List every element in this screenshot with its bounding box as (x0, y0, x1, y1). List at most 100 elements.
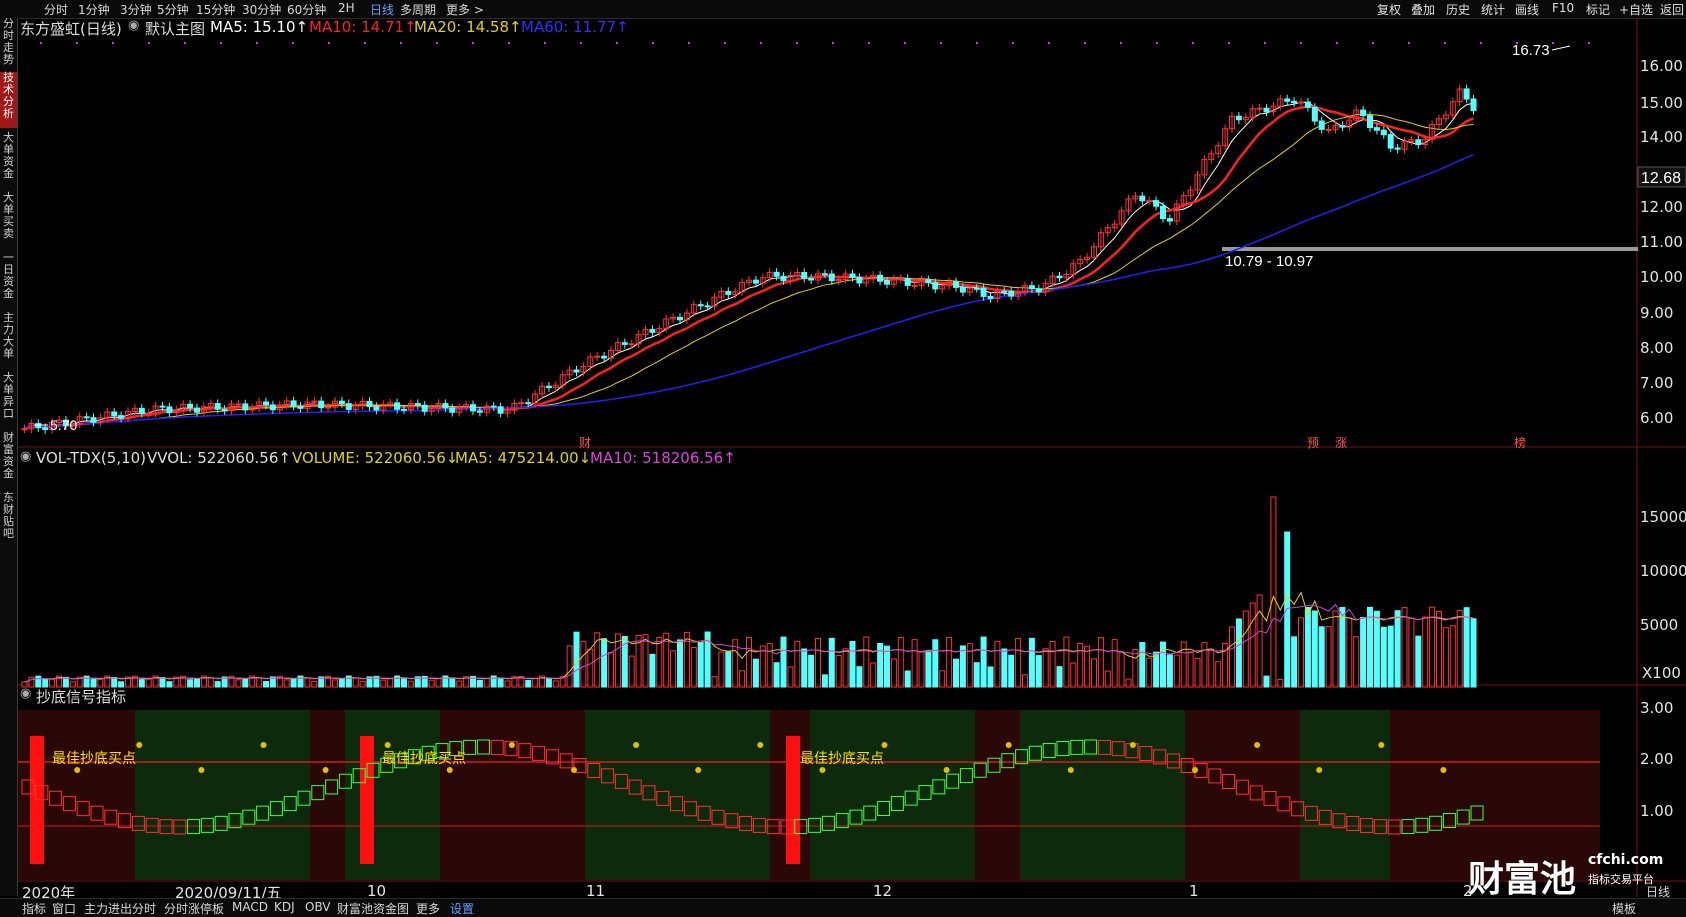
volume-bar (1249, 602, 1256, 688)
candle-body (42, 427, 49, 431)
top-dot (1156, 42, 1158, 44)
candle-body (476, 410, 483, 413)
event-marker-cai: 财 (579, 436, 591, 450)
volume-bar (1256, 594, 1263, 688)
candle-body (470, 404, 476, 412)
candle-body (1415, 139, 1422, 146)
volume-bar (552, 680, 559, 688)
buy-signal-bar (360, 736, 374, 864)
volume-bar (1008, 654, 1015, 688)
candle-body (1008, 290, 1015, 297)
top-dot (184, 42, 186, 44)
volume-bar (1401, 607, 1408, 688)
candle-body (21, 428, 28, 431)
volume-bar (752, 658, 759, 688)
bottom-tab-settings[interactable]: 设置 (450, 900, 474, 917)
signal-dot (1005, 742, 1012, 748)
candle-body (953, 281, 959, 288)
bottom-tab-kdj[interactable]: KDJ (274, 900, 295, 914)
bottom-tab-window[interactable]: 窗口 (52, 900, 76, 917)
volume-bar (1132, 648, 1139, 688)
watermark-slogan: 指标交易平台 (1588, 873, 1654, 886)
volume-indicator-name[interactable]: VOL-TDX(5,10) (36, 449, 146, 467)
bottom-template[interactable]: 模板 (1612, 900, 1636, 917)
volume-bar (608, 652, 614, 688)
volume-bar (828, 637, 835, 688)
bottom-tab-macd[interactable]: MACD (232, 900, 268, 914)
bottom-tab-obv[interactable]: OBV (305, 900, 331, 914)
y-tick-6: 6.00 (1640, 409, 1674, 427)
signal-dot (1067, 767, 1074, 773)
top-dot (1120, 42, 1122, 44)
candle-body (311, 400, 318, 403)
bottom-tab-limit-up[interactable]: 分时涨停板 (164, 900, 224, 917)
signal-dot (446, 767, 453, 773)
volume-bar (1360, 616, 1367, 688)
volume-bar (897, 637, 904, 688)
candle-body (884, 280, 890, 285)
ma20-value: MA20: 14.58↑ (414, 18, 522, 36)
candle-body (932, 282, 939, 290)
volume-bar (1373, 610, 1380, 688)
buy-point-label-3: 最佳抄底买点 (800, 751, 884, 767)
candle-body (987, 295, 994, 300)
volume-bar (1429, 606, 1436, 688)
bottom-tab-wealth-funds-chart[interactable]: 财富池资金图 (337, 900, 409, 917)
top-dot (976, 42, 978, 44)
volume-bar (1311, 610, 1318, 688)
volume-bar (304, 677, 311, 688)
top-dot (436, 42, 438, 44)
volume-bar (1353, 636, 1360, 688)
top-dot (400, 42, 402, 44)
volume-bar (870, 662, 877, 688)
volume-bar (601, 638, 608, 688)
candle-body (118, 415, 125, 419)
signal-dot (695, 767, 702, 773)
sig-tick-2: 2.00 (1640, 750, 1674, 768)
volume-bar (290, 678, 297, 688)
candle-body (345, 403, 352, 410)
candle-body (325, 406, 332, 409)
candle-body (421, 404, 428, 412)
volume-bar (1339, 606, 1346, 688)
bottom-tab-more[interactable]: 更多 (416, 900, 440, 917)
candle-body (628, 343, 635, 346)
volume-bars (21, 496, 1477, 688)
candle-body (111, 411, 118, 417)
dropdown-icon[interactable]: ◉ (128, 18, 139, 33)
signal-dot (943, 767, 950, 773)
candle-body (518, 402, 525, 405)
top-dot (1048, 42, 1050, 44)
event-marker-yu: 预 (1307, 436, 1319, 450)
signal-indicator-name[interactable]: 抄底信号指标 (36, 686, 126, 707)
sig-tick-3: 3.00 (1640, 699, 1674, 717)
signal-dropdown-icon[interactable]: ◉ (20, 686, 31, 701)
candle-body (242, 403, 249, 411)
candle-body (1373, 127, 1380, 131)
volume-bar (1035, 655, 1042, 688)
candle-body (1166, 218, 1173, 222)
candle-body (1463, 88, 1470, 100)
bottom-tab-main-flow[interactable]: 主力进出分时 (84, 900, 156, 917)
signal-dot (757, 742, 764, 748)
volume-bar (1111, 639, 1118, 688)
candle-body (1056, 275, 1063, 279)
candle-body (1146, 200, 1153, 203)
ma60-line (24, 154, 1474, 430)
y-tick-8: 8.00 (1640, 339, 1674, 357)
top-dot (616, 42, 618, 44)
candle-body (401, 408, 407, 411)
volume-bar (532, 677, 539, 688)
volume-bar (911, 639, 918, 688)
volume-bar (746, 636, 752, 688)
bottom-daily[interactable]: 日线 (1646, 883, 1670, 900)
y-tick-10: 10.00 (1640, 268, 1683, 286)
watermark-brand: 财富池 (1468, 859, 1577, 900)
volume-dropdown-icon[interactable]: ◉ (20, 449, 31, 464)
volume-bar (1284, 531, 1291, 688)
template-name[interactable]: 默认主图 (145, 18, 205, 39)
bottom-tab-indicator[interactable]: 指标 (22, 900, 46, 917)
ma60-value: MA60: 11.77↑ (521, 18, 629, 36)
volume-bar (835, 655, 842, 688)
candle-body (187, 403, 194, 409)
